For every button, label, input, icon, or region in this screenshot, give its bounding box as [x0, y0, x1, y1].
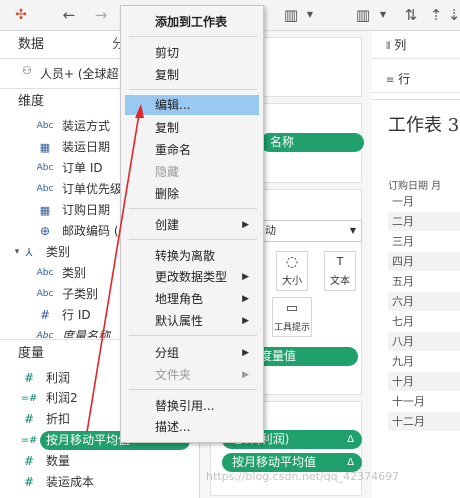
arrow-head	[135, 104, 144, 118]
arrow-line	[86, 113, 140, 433]
annotation-arrow	[86, 104, 144, 433]
